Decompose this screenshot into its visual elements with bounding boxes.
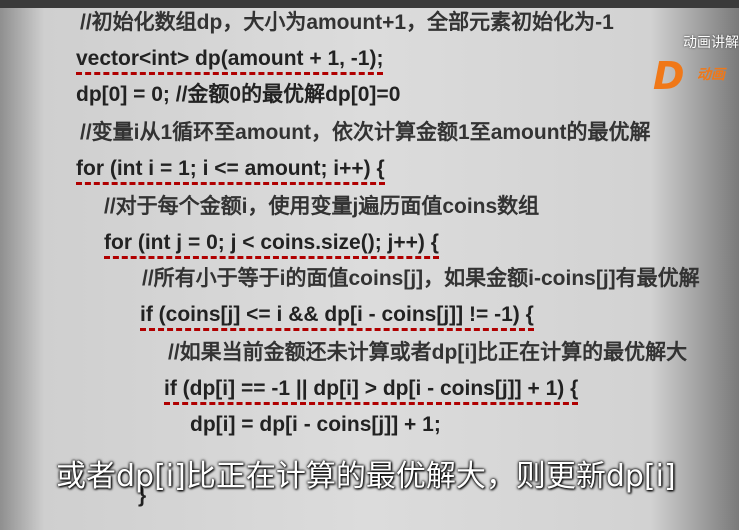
code-vector-decl: vector<int> dp(amount + 1, -1); [76,46,384,75]
code-if-coins: if (coins[j] <= i && dp[i - coins[j]] !=… [140,302,534,331]
comment-loop-j: //对于每个金额i，使用变量j遍历面值coins数组 [104,195,540,218]
code-if-dp-text: if (dp[i] == -1 || dp[i] > dp[i - coins[… [164,377,579,405]
code-for-j-text: for (int j = 0; j < coins.size(); j++) { [104,231,439,259]
code-vector-decl-text: vector<int> dp(amount + 1, -1); [76,47,384,75]
comment-condition: //所有小于等于i的面值coins[j]，如果金额i-coins[j]有最优解 [142,267,700,290]
code-dp-zero: dp[0] = 0; //金额0的最优解dp[0]=0 [76,82,400,108]
comment-update: //如果当前金额还未计算或者dp[i]比正在计算的最优解大 [168,341,688,364]
logo-mark-icon: D [653,54,685,98]
logo-title: 动画讲解 [683,34,739,50]
channel-logo: 动画讲解 D 动画 [645,28,739,100]
subtitle-caption: 或者dp[i]比正在计算的最优解大，则更新dp[i] [56,459,676,494]
code-if-coins-text: if (coins[j] <= i && dp[i - coins[j]] !=… [140,303,534,331]
code-if-dp: if (dp[i] == -1 || dp[i] > dp[i - coins[… [164,376,579,405]
comment-init: //初始化数组dp，大小为amount+1，全部元素初始化为-1 [80,11,614,34]
comment-loop-i: //变量i从1循环至amount，依次计算金额1至amount的最优解 [80,121,651,144]
code-dp-zero-text: dp[0] = 0; //金额0的最优解dp[0]=0 [76,83,401,106]
top-band [0,0,739,8]
code-for-i-text: for (int i = 1; i <= amount; i++) { [76,157,385,185]
code-for-i: for (int i = 1; i <= amount; i++) { [76,156,385,185]
logo-sub: 动画 [697,66,725,82]
code-assign: dp[i] = dp[i - coins[j]] + 1; [190,413,441,436]
code-for-j: for (int j = 0; j < coins.size(); j++) { [104,230,439,259]
